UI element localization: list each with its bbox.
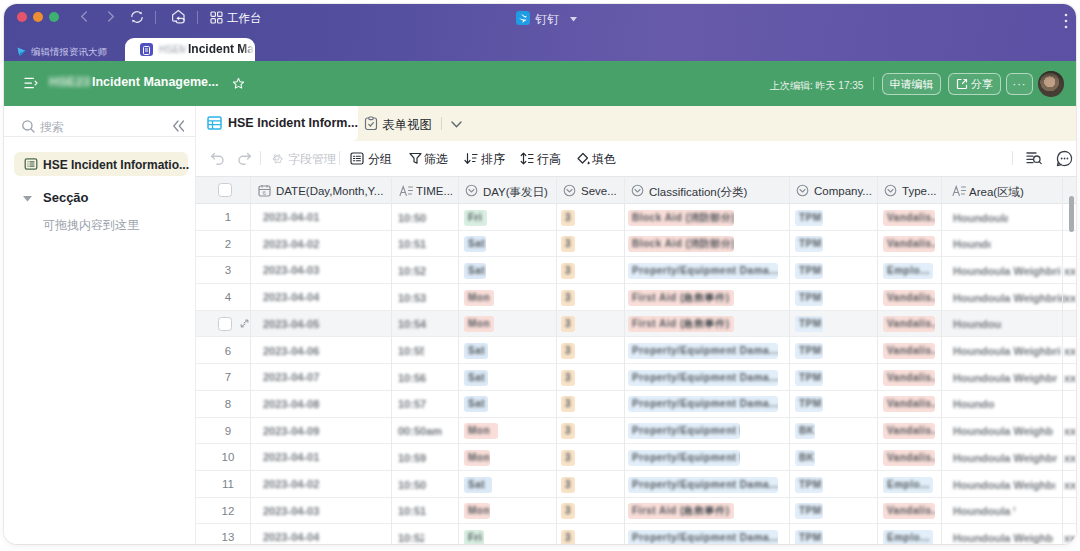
svg-text:6: 6 <box>263 190 267 196</box>
